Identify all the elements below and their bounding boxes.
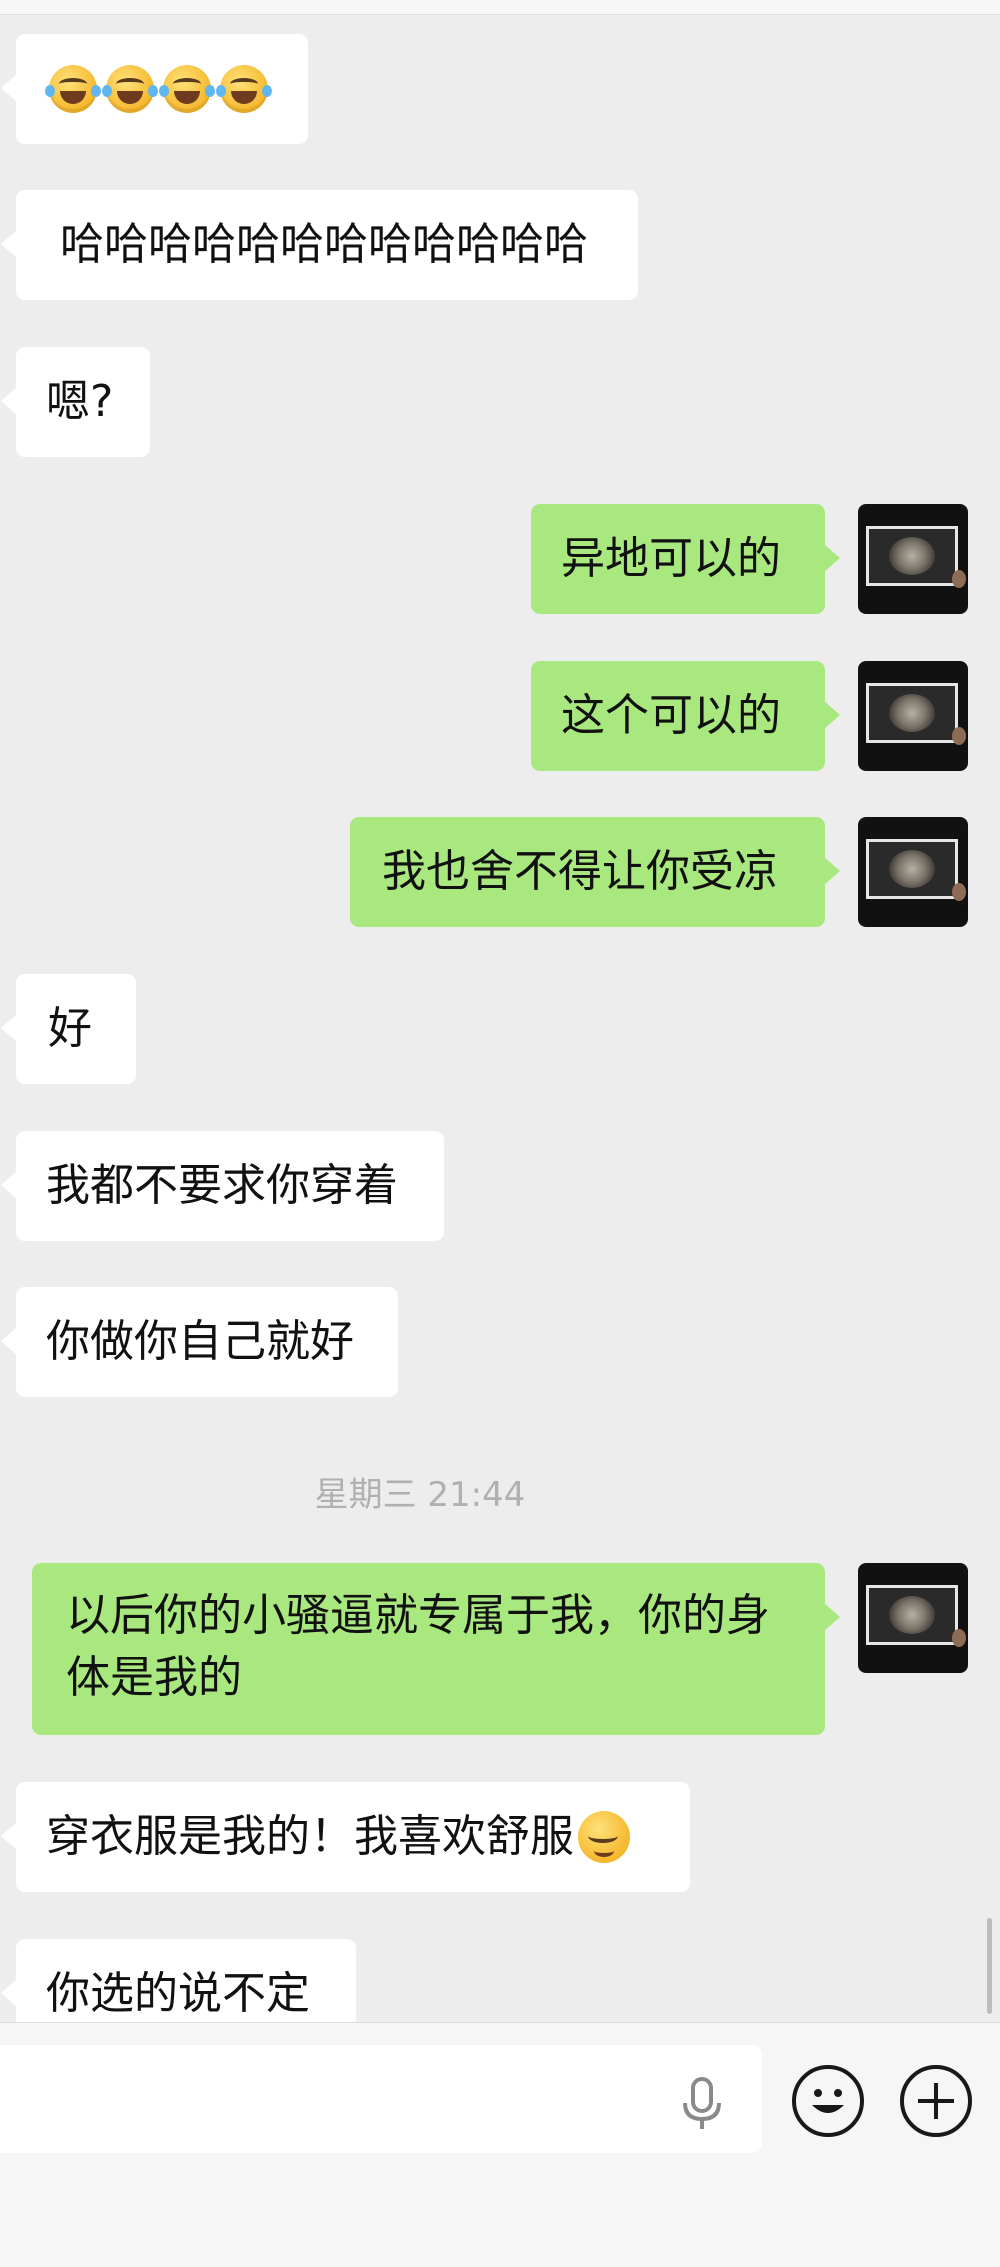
chat-scrollbar[interactable] — [987, 1918, 992, 2014]
message-text: 嗯? — [46, 376, 114, 427]
my-avatar[interactable] — [858, 817, 968, 927]
message-text: 你选的说不定 — [46, 1968, 310, 2019]
message-bubble-outgoing[interactable]: 这个可以的 — [531, 661, 840, 771]
message-bubble-outgoing[interactable]: 异地可以的 — [531, 504, 840, 614]
my-avatar[interactable] — [858, 1563, 968, 1673]
message-bubble-outgoing[interactable]: 以后你的小骚逼就专属于我，你的身体是我的 — [32, 1563, 840, 1735]
message-timestamp: 星期三 21:44 — [314, 1475, 526, 1515]
plus-icon[interactable] — [900, 2065, 972, 2137]
emoji-icon[interactable] — [792, 2065, 864, 2137]
message-bubble-incoming[interactable]: 你做你自己就好 — [1, 1287, 398, 1397]
message-text: 我也舍不得让你受凉 — [382, 846, 778, 897]
message-text: 以后你的小骚逼就专属于我，你的身体是我的 — [66, 1590, 770, 1703]
microphone-icon[interactable] — [678, 2077, 726, 2131]
message-text: 穿衣服是我的！我喜欢舒服 — [46, 1811, 574, 1862]
message-text: 这个可以的 — [561, 690, 781, 741]
relieved-face-emoji-icon — [578, 1811, 630, 1863]
chat-message-list[interactable]: 哈哈哈哈哈哈哈哈哈哈哈哈 嗯? 异地可以的 这个可以的 我也舍不得让你受凉 好 … — [0, 0, 1000, 2022]
tears-of-joy-emoji-icon — [45, 65, 101, 113]
input-bar — [0, 2022, 1000, 2267]
message-input[interactable] — [0, 2045, 762, 2153]
message-bubble-incoming[interactable]: 你选的说不定 — [1, 1939, 356, 2022]
message-bubble-outgoing[interactable]: 我也舍不得让你受凉 — [350, 817, 840, 927]
message-text: 异地可以的 — [561, 533, 781, 584]
message-bubble-incoming[interactable]: 我都不要求你穿着 — [1, 1131, 444, 1241]
message-text: 好 — [48, 1003, 92, 1054]
message-bubble-incoming[interactable]: 穿衣服是我的！我喜欢舒服 — [1, 1782, 690, 1892]
tears-of-joy-emoji-icon — [216, 65, 272, 113]
message-text: 你做你自己就好 — [46, 1316, 354, 1367]
my-avatar[interactable] — [858, 504, 968, 614]
message-bubble-incoming[interactable]: 哈哈哈哈哈哈哈哈哈哈哈哈 — [1, 190, 638, 300]
my-avatar[interactable] — [858, 661, 968, 771]
message-bubble-incoming[interactable]: 好 — [1, 974, 136, 1084]
tears-of-joy-emoji-icon — [102, 65, 158, 113]
message-text: 哈哈哈哈哈哈哈哈哈哈哈哈 — [60, 219, 588, 270]
tears-of-joy-emoji-icon — [159, 65, 215, 113]
message-bubble-incoming[interactable] — [1, 34, 308, 144]
message-bubble-incoming[interactable]: 嗯? — [1, 347, 150, 457]
message-text: 我都不要求你穿着 — [46, 1160, 398, 1211]
